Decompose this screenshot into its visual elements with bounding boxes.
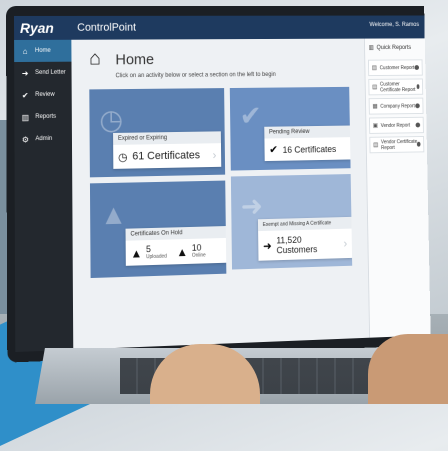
exempt-card[interactable]: Exempt and Missing A Certificate ➜ 11,52…	[258, 217, 352, 261]
pending-count: 16 Certificates	[283, 144, 337, 155]
top-bar: Ryan ControlPoint Welcome, S. Ramos	[14, 16, 425, 40]
app-title: ControlPoint	[77, 22, 136, 34]
report-link[interactable]: ▣ Vendor Report	[369, 117, 424, 134]
sidebar-item-review[interactable]: ✔ Review	[14, 84, 71, 107]
pending-card[interactable]: Pending Review ✔ 16 Certificates	[264, 126, 350, 162]
sidebar-item-send-letter[interactable]: ➜ Send Letter	[14, 62, 71, 84]
chart-icon: ▥	[369, 44, 374, 51]
building-icon: ▦	[372, 103, 377, 110]
arrow-right-icon: ➜	[20, 68, 30, 77]
online-label: Online	[192, 252, 206, 258]
quick-reports-panel: ▥ Quick Reports ▤ Customer Report ▤ Cust…	[364, 38, 431, 337]
vendor-icon: ▣	[373, 122, 378, 129]
check-icon: ✔	[269, 143, 278, 156]
tile-expired[interactable]: ◷ Expired or Expiring ◷ 61 Certificates …	[89, 88, 225, 177]
tile-exempt[interactable]: ➜ Exempt and Missing A Certificate ➜ 11,…	[231, 174, 352, 269]
report-link[interactable]: ▤ Customer Certificate Report	[368, 78, 423, 95]
go-icon	[414, 65, 419, 70]
sidebar-item-label: Reports	[35, 114, 56, 120]
check-icon: ✔	[239, 99, 262, 132]
document-icon: ▤	[373, 142, 378, 149]
page-subtitle: Click on an activity below or select a s…	[116, 72, 276, 79]
screen: Ryan ControlPoint Welcome, S. Ramos ⌂ Ho…	[14, 16, 431, 353]
go-icon	[415, 103, 420, 108]
chart-icon: ▥	[20, 113, 30, 122]
uploaded-label: Uploaded	[146, 254, 167, 261]
check-icon: ✔	[20, 90, 30, 99]
main-content: ⌂ Home Click on an activity below or sel…	[71, 39, 370, 350]
warning-icon: ▲	[131, 246, 143, 260]
chevron-right-icon: ›	[212, 148, 216, 162]
sidebar-item-label: Home	[35, 48, 51, 54]
report-label: Customer Report	[380, 65, 415, 71]
user-welcome[interactable]: Welcome, S. Ramos	[370, 22, 420, 28]
arrow-right-icon: ➜	[241, 190, 264, 223]
exempt-count: 11,520 Customers	[276, 234, 339, 255]
report-link[interactable]: ▦ Company Report	[369, 98, 424, 115]
sidebar-item-home[interactable]: ⌂ Home	[14, 40, 71, 62]
sidebar-item-label: Send Letter	[35, 70, 66, 76]
online-stat[interactable]: 10 Online	[192, 243, 206, 258]
go-icon	[416, 84, 419, 89]
quick-reports-header: ▥ Quick Reports	[365, 38, 425, 56]
laptop: Ryan ControlPoint Welcome, S. Ramos ⌂ Ho…	[6, 6, 431, 363]
sidebar: ⌂ Home ➜ Send Letter ✔ Review ▥ Reports …	[14, 40, 73, 352]
warning-icon: ▲	[100, 199, 127, 232]
online-count: 10	[192, 243, 206, 252]
expired-card[interactable]: Expired or Expiring ◷ 61 Certificates ›	[113, 131, 221, 169]
home-icon: ⌂	[20, 46, 30, 55]
arrow-right-icon: ➜	[263, 239, 272, 252]
chevron-right-icon: ›	[343, 237, 347, 251]
quick-reports-title: Quick Reports	[377, 45, 412, 51]
report-label: Company Report	[380, 103, 414, 109]
warning-icon: ▲	[176, 244, 188, 258]
go-icon	[417, 142, 420, 147]
uploaded-stat[interactable]: 5 Uploaded	[146, 245, 167, 261]
report-label: Customer Certificate Report	[380, 81, 417, 93]
document-icon: ▤	[372, 64, 377, 71]
home-page-icon: ⌂	[89, 48, 101, 71]
report-label: Vendor Report	[381, 122, 410, 128]
sidebar-item-label: Admin	[35, 136, 52, 142]
report-link[interactable]: ▤ Vendor Certificate Report	[369, 136, 424, 153]
sidebar-item-admin[interactable]: ⚙ Admin	[14, 128, 72, 151]
document-icon: ▤	[372, 84, 377, 91]
report-link[interactable]: ▤ Customer Report	[368, 59, 423, 76]
sidebar-item-label: Review	[35, 92, 55, 98]
right-hand	[368, 334, 448, 404]
go-icon	[416, 123, 421, 128]
clock-icon: ◷	[118, 150, 127, 163]
tile-on-hold[interactable]: ▲ Certificates On Hold ▲ 5 Uploaded ▲ 10…	[90, 181, 226, 278]
on-hold-card[interactable]: Certificates On Hold ▲ 5 Uploaded ▲ 10 O…	[126, 226, 227, 266]
sidebar-item-reports[interactable]: ▥ Reports	[14, 106, 72, 129]
report-label: Vendor Certificate Report	[381, 138, 417, 150]
page-title: Home	[115, 51, 154, 68]
clock-icon: ◷	[99, 103, 123, 136]
expired-count: 61 Certificates	[132, 149, 200, 162]
app-logo: Ryan	[20, 20, 54, 36]
tile-pending[interactable]: ✔ Pending Review ✔ 16 Certificates	[230, 87, 351, 171]
gears-icon: ⚙	[20, 135, 30, 144]
